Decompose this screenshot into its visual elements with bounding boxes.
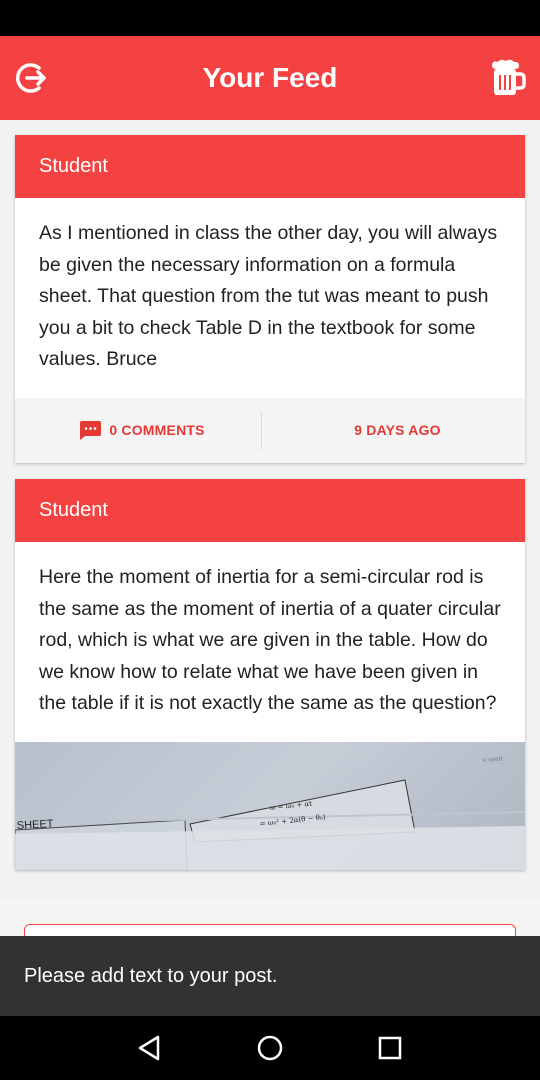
post-body: As I mentioned in class the other day, y…	[39, 222, 498, 370]
navigation-bar	[0, 1016, 540, 1080]
footer-divider	[261, 411, 262, 450]
back-triangle-icon	[138, 1035, 160, 1061]
comment-icon	[80, 420, 102, 440]
home-circle-icon	[257, 1035, 283, 1061]
home-button[interactable]	[256, 1034, 284, 1062]
post-author: Student	[15, 479, 525, 542]
post-age: 9 DAYS AGO	[354, 422, 441, 438]
comments-count: 0 COMMENTS	[109, 422, 205, 438]
post-body: Here the moment of inertia for a semi-ci…	[39, 566, 501, 714]
beer-mug-icon	[492, 59, 526, 95]
recents-button[interactable]	[376, 1034, 404, 1062]
comments-button[interactable]: 0 COMMENTS	[15, 398, 270, 463]
recents-square-icon	[378, 1036, 402, 1060]
snackbar-message: Please add text to your post.	[24, 964, 278, 987]
status-bar	[0, 0, 540, 36]
sheet-label: SHEET	[17, 818, 55, 832]
post-card[interactable]: Student As I mentioned in class the othe…	[15, 135, 525, 463]
corner-note: e used	[483, 755, 503, 764]
post-footer: 0 COMMENTS 9 DAYS AGO	[15, 397, 525, 463]
beer-button[interactable]	[484, 56, 528, 100]
snackbar: Please add text to your post.	[0, 936, 540, 1016]
logout-button[interactable]	[12, 58, 52, 98]
back-button[interactable]	[136, 1034, 164, 1062]
feed-list[interactable]: Student As I mentioned in class the othe…	[0, 120, 540, 900]
post-card[interactable]: Student Here the moment of inertia for a…	[15, 479, 525, 870]
post-image[interactable]: SHEET ω = ω₀ + αt = ω₀² + 2α(θ − θ₀) e u…	[15, 741, 525, 870]
formula-sheet-photo: SHEET ω = ω₀ + αt = ω₀² + 2α(θ − θ₀) e u…	[15, 755, 525, 870]
post-author: Student	[15, 135, 525, 198]
logout-icon	[15, 63, 46, 93]
page-title: Your Feed	[202, 62, 338, 93]
app-bar: Your Feed	[0, 36, 540, 120]
